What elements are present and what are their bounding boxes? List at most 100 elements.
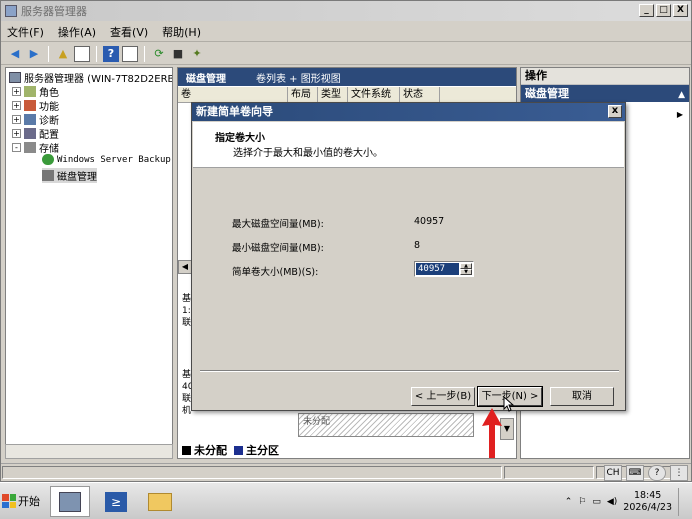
actions-disk-management[interactable]: 磁盘管理 ▲ [521, 85, 689, 102]
back-icon[interactable]: ◀ [7, 46, 23, 62]
close-button[interactable]: X [673, 4, 688, 17]
refresh-icon[interactable]: ⟳ [151, 46, 167, 62]
mouse-cursor-icon [503, 396, 515, 412]
back-button[interactable]: < 上一步(B) [411, 387, 475, 406]
volume-list-columns: 卷 布局 类型 文件系统 状态 [178, 87, 516, 103]
column-filesystem[interactable]: 文件系统 [348, 87, 400, 102]
new-simple-volume-wizard: 新建简单卷向导 x 指定卷大小 选择介于最大和最小值的卷大小。 最大磁盘空间量(… [191, 102, 626, 412]
dialog-title: 新建简单卷向导 [196, 105, 273, 118]
configuration-icon [24, 128, 36, 139]
roles-icon [24, 86, 36, 97]
tray-expand-icon[interactable]: ⌃ [565, 497, 573, 507]
tree-item-disk-management[interactable]: 磁盘管理 [42, 168, 97, 183]
menu-action[interactable]: 操作(A) [58, 24, 96, 40]
center-header-title: 磁盘管理 [186, 73, 226, 85]
unallocated-partition[interactable]: 未分配 [298, 413, 474, 437]
window-title: 服务器管理器 [21, 5, 87, 18]
menu-file[interactable]: 文件(F) [7, 24, 44, 40]
column-status[interactable]: 状态 [400, 87, 440, 102]
tree-item-windows-server-backup[interactable]: Windows Server Backup [42, 154, 171, 165]
title-bar[interactable]: 服务器管理器 _ □ X [1, 1, 691, 21]
menu-help[interactable]: 帮助(H) [162, 24, 201, 40]
cancel-button[interactable]: 取消 [550, 387, 614, 406]
dialog-subheading: 选择介于最大和最小值的卷大小。 [233, 148, 383, 159]
red-arrow-annotation [482, 408, 502, 458]
backup-icon [42, 154, 54, 165]
tree-item-configuration[interactable]: + 配置 [12, 126, 59, 141]
ime-bar: CH ⌨ ? ⋮ [604, 465, 688, 481]
app-icon [5, 5, 17, 17]
column-layout[interactable]: 布局 [288, 87, 318, 102]
tree-root[interactable]: 服务器管理器 (WIN-7T82D2ERBB [9, 70, 172, 85]
volume-size-stepper[interactable]: ▲ ▼ [414, 261, 474, 277]
taskbar: CH ⌨ ? ⋮ 开始 ≥ ⌃ ⚐ ▭ ◀) 18:45 2026/4/23 [0, 465, 692, 519]
dialog-header: 指定卷大小 选择介于最大和最小值的卷大小。 [193, 122, 624, 168]
scroll-left-arrow[interactable]: ◀ [178, 260, 192, 274]
folder-icon [148, 492, 172, 511]
tree-item-roles[interactable]: + 角色 [12, 84, 59, 99]
taskbar-powershell[interactable]: ≥ [96, 486, 136, 517]
storage-icon [24, 142, 36, 153]
spin-down-button[interactable]: ▼ [460, 269, 472, 275]
dialog-title-bar[interactable]: 新建简单卷向导 x [192, 103, 625, 121]
max-size-value: 40957 [414, 216, 445, 227]
more-actions-arrow-icon[interactable]: ▶ [677, 110, 683, 119]
server-manager-icon [59, 491, 81, 512]
center-header: 磁盘管理 卷列表 + 图形视图 [178, 68, 516, 86]
server-icon [9, 72, 21, 83]
collapse-icon[interactable]: - [12, 143, 21, 152]
expand-icon[interactable]: + [12, 129, 21, 138]
volume-size-input[interactable] [416, 263, 459, 275]
network-icon[interactable]: ▭ [592, 497, 601, 507]
clock-date: 2026/4/23 [623, 502, 672, 513]
properties-icon[interactable] [122, 45, 138, 62]
dialog-separator [200, 370, 619, 372]
column-type[interactable]: 类型 [318, 87, 348, 102]
toolbar-separator [144, 45, 145, 62]
actions-header: 操作 [521, 68, 689, 85]
legend: 未分配 主分区 [182, 442, 279, 458]
ime-language[interactable]: CH [604, 465, 622, 481]
clock[interactable]: 18:45 2026/4/23 [623, 490, 672, 514]
tree-horizontal-scrollbar[interactable] [5, 444, 173, 459]
ime-options-icon[interactable]: ⋮ [670, 465, 688, 481]
volume-icon[interactable]: ◀) [607, 497, 617, 507]
clock-time: 18:45 [633, 490, 662, 501]
collapse-up-icon[interactable]: ▲ [678, 87, 685, 104]
disk-icon[interactable]: ■ [170, 46, 186, 62]
volume-size-label: 简单卷大小(MB)(S): [232, 267, 319, 278]
navigation-tree: 服务器管理器 (WIN-7T82D2ERBB + 角色 + 功能 + 诊断 + … [5, 67, 173, 459]
dialog-close-button[interactable]: x [608, 105, 622, 118]
help-icon[interactable]: ? [103, 45, 119, 62]
column-volume[interactable]: 卷 [178, 87, 288, 102]
ime-help-icon[interactable]: ? [648, 465, 666, 481]
start-button[interactable]: 开始 [2, 487, 42, 515]
toolbar: ◀ ▶ ▲ ? ⟳ ■ ✦ [1, 43, 691, 65]
ime-keyboard-icon[interactable]: ⌨ [626, 465, 644, 481]
expand-icon[interactable]: + [12, 87, 21, 96]
expand-icon[interactable]: + [12, 101, 21, 110]
tree-item-diagnostics[interactable]: + 诊断 [12, 112, 59, 127]
forward-icon[interactable]: ▶ [26, 46, 42, 62]
show-hide-tree-icon[interactable] [74, 45, 90, 62]
start-label: 开始 [18, 495, 40, 508]
legend-swatch-unallocated [182, 445, 191, 455]
maximize-button[interactable]: □ [656, 4, 671, 17]
status-panel [2, 466, 502, 479]
flag-icon[interactable]: ⚐ [578, 497, 586, 507]
windows-logo-icon [2, 494, 16, 508]
taskbar-explorer[interactable] [140, 486, 180, 517]
settings-icon[interactable]: ✦ [189, 46, 205, 62]
tree-item-storage[interactable]: - 存储 [12, 140, 59, 155]
max-size-label: 最大磁盘空间量(MB): [232, 219, 324, 230]
show-desktop-button[interactable] [678, 488, 688, 516]
tree-item-features[interactable]: + 功能 [12, 98, 59, 113]
taskbar-server-manager[interactable] [50, 486, 90, 517]
menu-view[interactable]: 查看(V) [110, 24, 148, 40]
system-tray: ⌃ ⚐ ▭ ◀) 18:45 2026/4/23 [565, 487, 688, 517]
features-icon [24, 100, 36, 111]
minimize-button[interactable]: _ [639, 4, 654, 17]
expand-icon[interactable]: + [12, 115, 21, 124]
min-size-value: 8 [414, 240, 421, 251]
up-folder-icon[interactable]: ▲ [55, 46, 71, 62]
